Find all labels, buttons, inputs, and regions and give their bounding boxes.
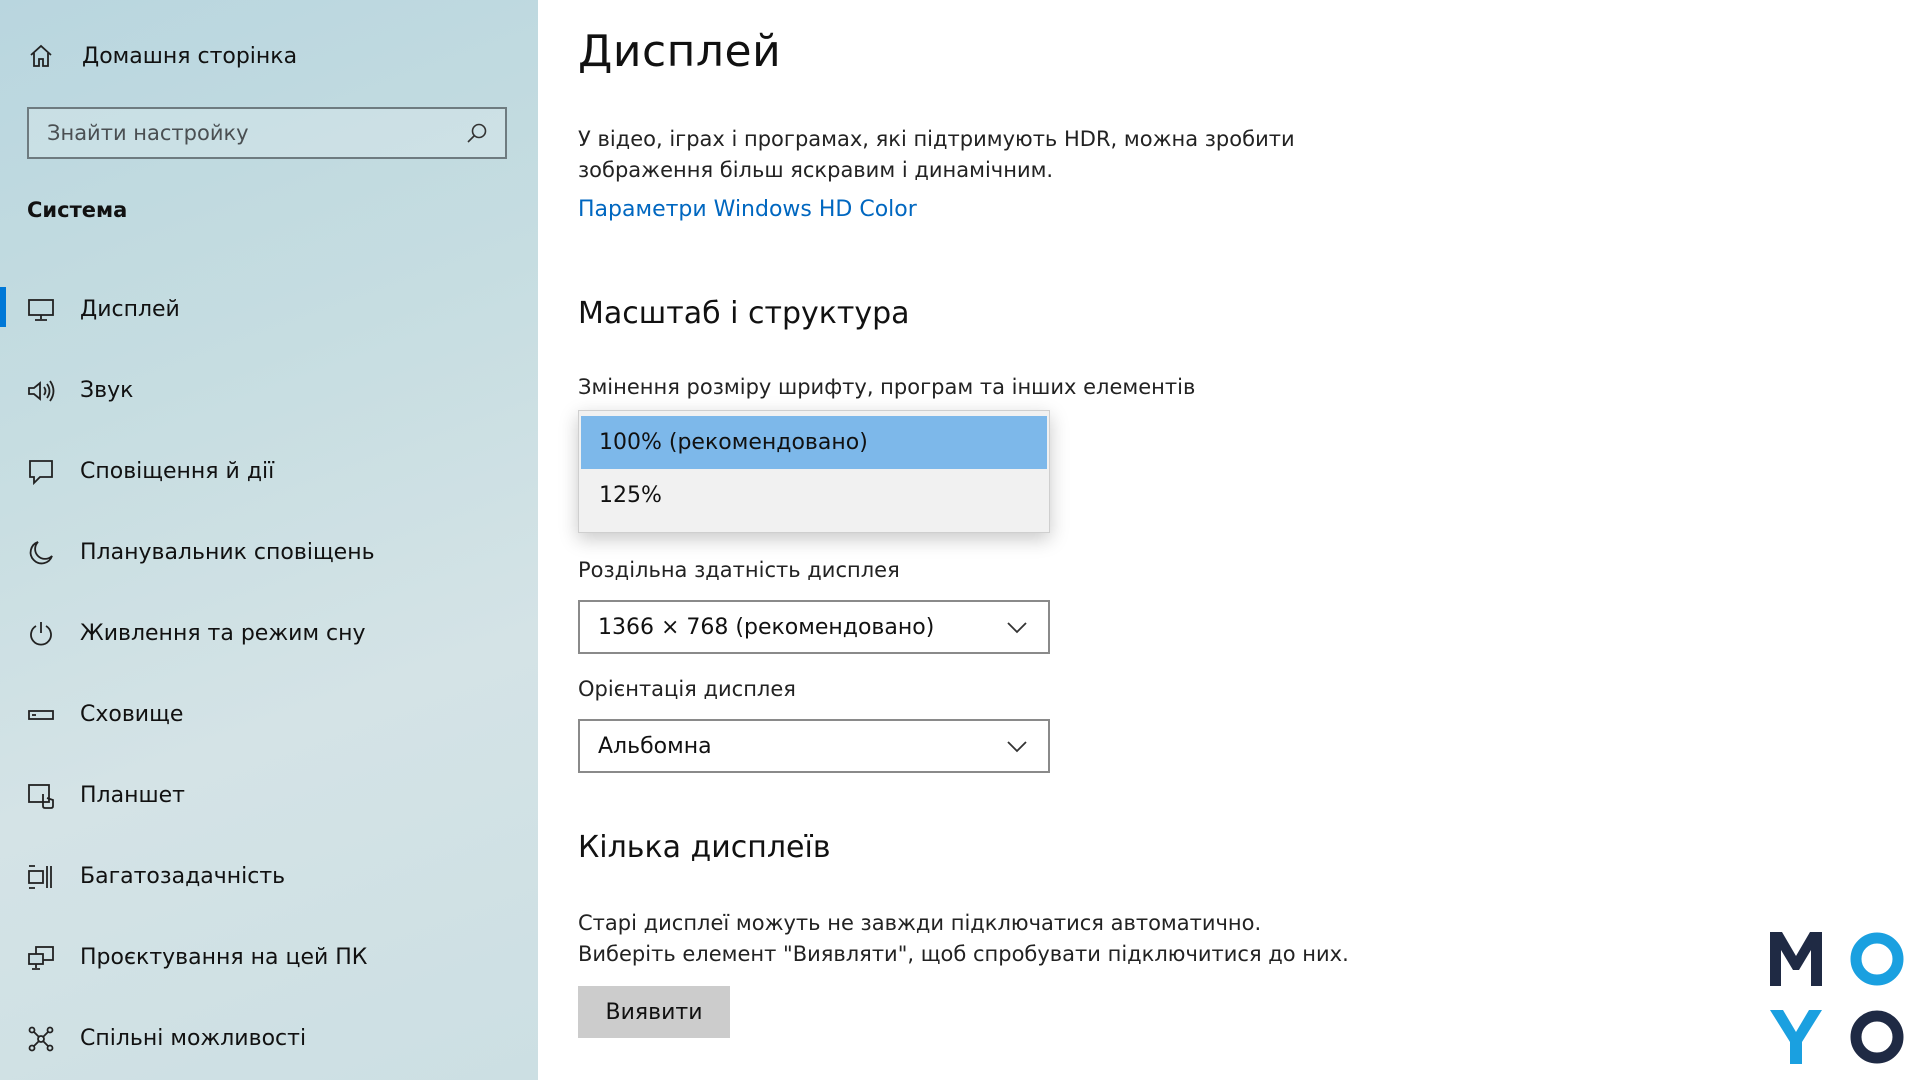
sidebar-item-sound[interactable]: Звук bbox=[0, 360, 538, 441]
chevron-down-icon bbox=[1004, 733, 1030, 759]
hdr-description: У відео, іграх і програмах, які підтриму… bbox=[578, 127, 1295, 182]
sidebar-item-label: Спільні можливості bbox=[80, 1026, 307, 1051]
sidebar-item-label: Дисплей bbox=[80, 297, 180, 322]
section-title-system: Система bbox=[27, 198, 128, 222]
tablet-icon bbox=[24, 779, 58, 813]
orientation-label: Орієнтація дисплея bbox=[578, 677, 796, 701]
sidebar-item-focus-assist[interactable]: Планувальник сповіщень bbox=[0, 522, 538, 603]
settings-sidebar: Домашня сторінка Система Дисплей Звук bbox=[0, 0, 538, 1080]
settings-nav: Дисплей Звук Сповіщення й дії Планувальн… bbox=[0, 279, 538, 1080]
logo-letter-o-top bbox=[1850, 932, 1904, 986]
sidebar-item-display[interactable]: Дисплей bbox=[0, 279, 538, 360]
logo-letter-m bbox=[1770, 932, 1822, 986]
scale-label: Змінення розміру шрифту, програм та інши… bbox=[578, 375, 1196, 399]
scale-layout-heading: Масштаб і структура bbox=[578, 296, 910, 331]
scale-option-125[interactable]: 125% bbox=[581, 469, 1047, 522]
orientation-dropdown[interactable]: Альбомна bbox=[578, 719, 1050, 773]
sidebar-item-tablet[interactable]: Планшет bbox=[0, 765, 538, 846]
sidebar-item-power-sleep[interactable]: Живлення та режим сну bbox=[0, 603, 538, 684]
sidebar-item-multitasking[interactable]: Багатозадачність bbox=[0, 846, 538, 927]
storage-icon bbox=[24, 698, 58, 732]
logo-letter-y bbox=[1770, 1010, 1822, 1064]
logo-letter-o-bottom bbox=[1850, 1010, 1904, 1064]
sidebar-item-notifications[interactable]: Сповіщення й дії bbox=[0, 441, 538, 522]
multitasking-icon bbox=[24, 860, 58, 894]
display-settings-page: Дисплей У відео, іграх і програмах, які … bbox=[538, 0, 1920, 1080]
scale-option-100[interactable]: 100% (рекомендовано) bbox=[581, 416, 1047, 469]
speaker-icon bbox=[24, 374, 58, 408]
windows-hd-color-settings-link[interactable]: Параметри Windows HD Color bbox=[578, 197, 917, 222]
shared-experiences-icon bbox=[24, 1022, 58, 1056]
sidebar-item-label: Сховище bbox=[80, 702, 184, 727]
home-link[interactable]: Домашня сторінка bbox=[26, 40, 297, 72]
power-icon bbox=[24, 617, 58, 651]
sidebar-item-label: Звук bbox=[80, 378, 134, 403]
multiple-displays-description: Старі дисплеї можуть не завжди підключат… bbox=[578, 908, 1478, 970]
orientation-value: Альбомна bbox=[598, 733, 712, 759]
sidebar-item-storage[interactable]: Сховище bbox=[0, 684, 538, 765]
resolution-label: Роздільна здатність дисплея bbox=[578, 558, 900, 582]
chevron-down-icon bbox=[1004, 614, 1030, 640]
multiple-displays-heading: Кілька дисплеїв bbox=[578, 830, 831, 865]
moyo-logo bbox=[1770, 932, 1904, 1064]
home-label: Домашня сторінка bbox=[82, 43, 298, 69]
resolution-value: 1366 × 768 (рекомендовано) bbox=[598, 614, 935, 640]
sidebar-item-label: Планшет bbox=[80, 783, 185, 808]
notification-icon bbox=[24, 455, 58, 489]
home-icon bbox=[26, 41, 56, 71]
search-input[interactable] bbox=[45, 120, 465, 146]
scale-dropdown-list: 100% (рекомендовано) 125% bbox=[578, 410, 1050, 533]
sidebar-item-label: Сповіщення й дії bbox=[80, 459, 275, 484]
sidebar-item-label: Проєктування на цей ПК bbox=[80, 945, 368, 970]
page-title: Дисплей bbox=[578, 26, 782, 77]
sidebar-item-shared-experiences[interactable]: Спільні можливості bbox=[0, 1008, 538, 1080]
multiple-displays-description-line2: Виберіть елемент "Виявляти", щоб спробув… bbox=[578, 942, 1349, 966]
settings-search-box[interactable] bbox=[27, 107, 507, 159]
sidebar-item-label: Живлення та режим сну bbox=[80, 621, 366, 646]
sidebar-item-label: Планувальник сповіщень bbox=[80, 540, 375, 565]
projecting-icon bbox=[24, 941, 58, 975]
moon-icon bbox=[24, 536, 58, 570]
search-icon[interactable] bbox=[465, 121, 489, 145]
resolution-dropdown[interactable]: 1366 × 768 (рекомендовано) bbox=[578, 600, 1050, 654]
sidebar-item-label: Багатозадачність bbox=[80, 864, 286, 889]
multiple-displays-description-line1: Старі дисплеї можуть не завжди підключат… bbox=[578, 911, 1262, 935]
monitor-icon bbox=[24, 293, 58, 327]
sidebar-item-projecting[interactable]: Проєктування на цей ПК bbox=[0, 927, 538, 1008]
detect-button[interactable]: Виявити bbox=[578, 986, 730, 1038]
